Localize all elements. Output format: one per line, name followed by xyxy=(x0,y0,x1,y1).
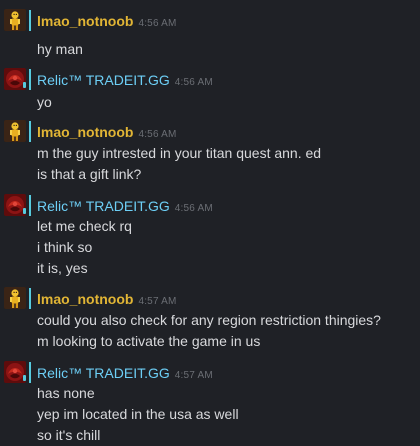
avatar[interactable] xyxy=(4,287,26,309)
sender-name[interactable]: Relic™ TRADEIT.GG xyxy=(37,365,170,381)
avatar[interactable] xyxy=(4,9,26,31)
timestamp: 4:56 AM xyxy=(138,129,177,140)
message-line: could you also check for any region rest… xyxy=(37,312,381,328)
message-header: lmao_notnoob 4:56 AM xyxy=(37,123,177,144)
message-line: so it's chill xyxy=(37,427,101,443)
message-header: lmao_notnoob 4:57 AM xyxy=(37,290,177,311)
message-header: Relic™ TRADEIT.GG 4:56 AM xyxy=(37,197,213,218)
sender-name[interactable]: lmao_notnoob xyxy=(37,291,133,307)
online-indicator-bar xyxy=(29,195,31,216)
timestamp: 4:56 AM xyxy=(174,203,213,214)
message-line: m looking to activate the game in us xyxy=(37,333,261,349)
timestamp: 4:56 AM xyxy=(138,18,177,29)
chat-log: lmao_notnoob 4:56 AM hy man Relic™ TRADEI… xyxy=(0,0,420,446)
yellow-figure-avatar-icon xyxy=(4,287,26,309)
message-line: i think so xyxy=(37,239,93,255)
timestamp: 4:56 AM xyxy=(174,77,213,88)
online-indicator-bar xyxy=(29,121,31,142)
message-line: yep im located in the usa as well xyxy=(37,406,239,422)
online-indicator-bar xyxy=(29,10,31,31)
yellow-figure-avatar-icon xyxy=(4,9,26,31)
message-header: Relic™ TRADEIT.GG 4:56 AM xyxy=(37,71,213,92)
timestamp: 4:57 AM xyxy=(138,296,177,307)
message-line: yo xyxy=(37,94,52,110)
sender-name[interactable]: Relic™ TRADEIT.GG xyxy=(37,198,170,214)
message-header: Relic™ TRADEIT.GG 4:57 AM xyxy=(37,364,213,385)
yellow-figure-avatar-icon xyxy=(4,120,26,142)
message-line: m the guy intrested in your titan quest … xyxy=(37,145,322,161)
online-status-dot xyxy=(23,208,26,214)
sender-name[interactable]: Relic™ TRADEIT.GG xyxy=(37,72,170,88)
sender-name[interactable]: lmao_notnoob xyxy=(37,124,133,140)
message-line: let me check rq xyxy=(37,218,132,234)
online-status-dot xyxy=(23,375,26,381)
online-status-dot xyxy=(23,82,26,88)
message-line: has none xyxy=(37,385,95,401)
avatar[interactable] xyxy=(4,120,26,142)
timestamp: 4:57 AM xyxy=(174,370,213,381)
online-indicator-bar xyxy=(29,288,31,309)
message-line: it is, yes xyxy=(37,260,88,276)
sender-name[interactable]: lmao_notnoob xyxy=(37,13,133,29)
online-indicator-bar xyxy=(29,69,31,90)
online-indicator-bar xyxy=(29,362,31,383)
message-header: lmao_notnoob 4:56 AM xyxy=(37,12,177,33)
message-line: is that a gift link? xyxy=(37,166,142,182)
message-line: hy man xyxy=(37,41,83,57)
